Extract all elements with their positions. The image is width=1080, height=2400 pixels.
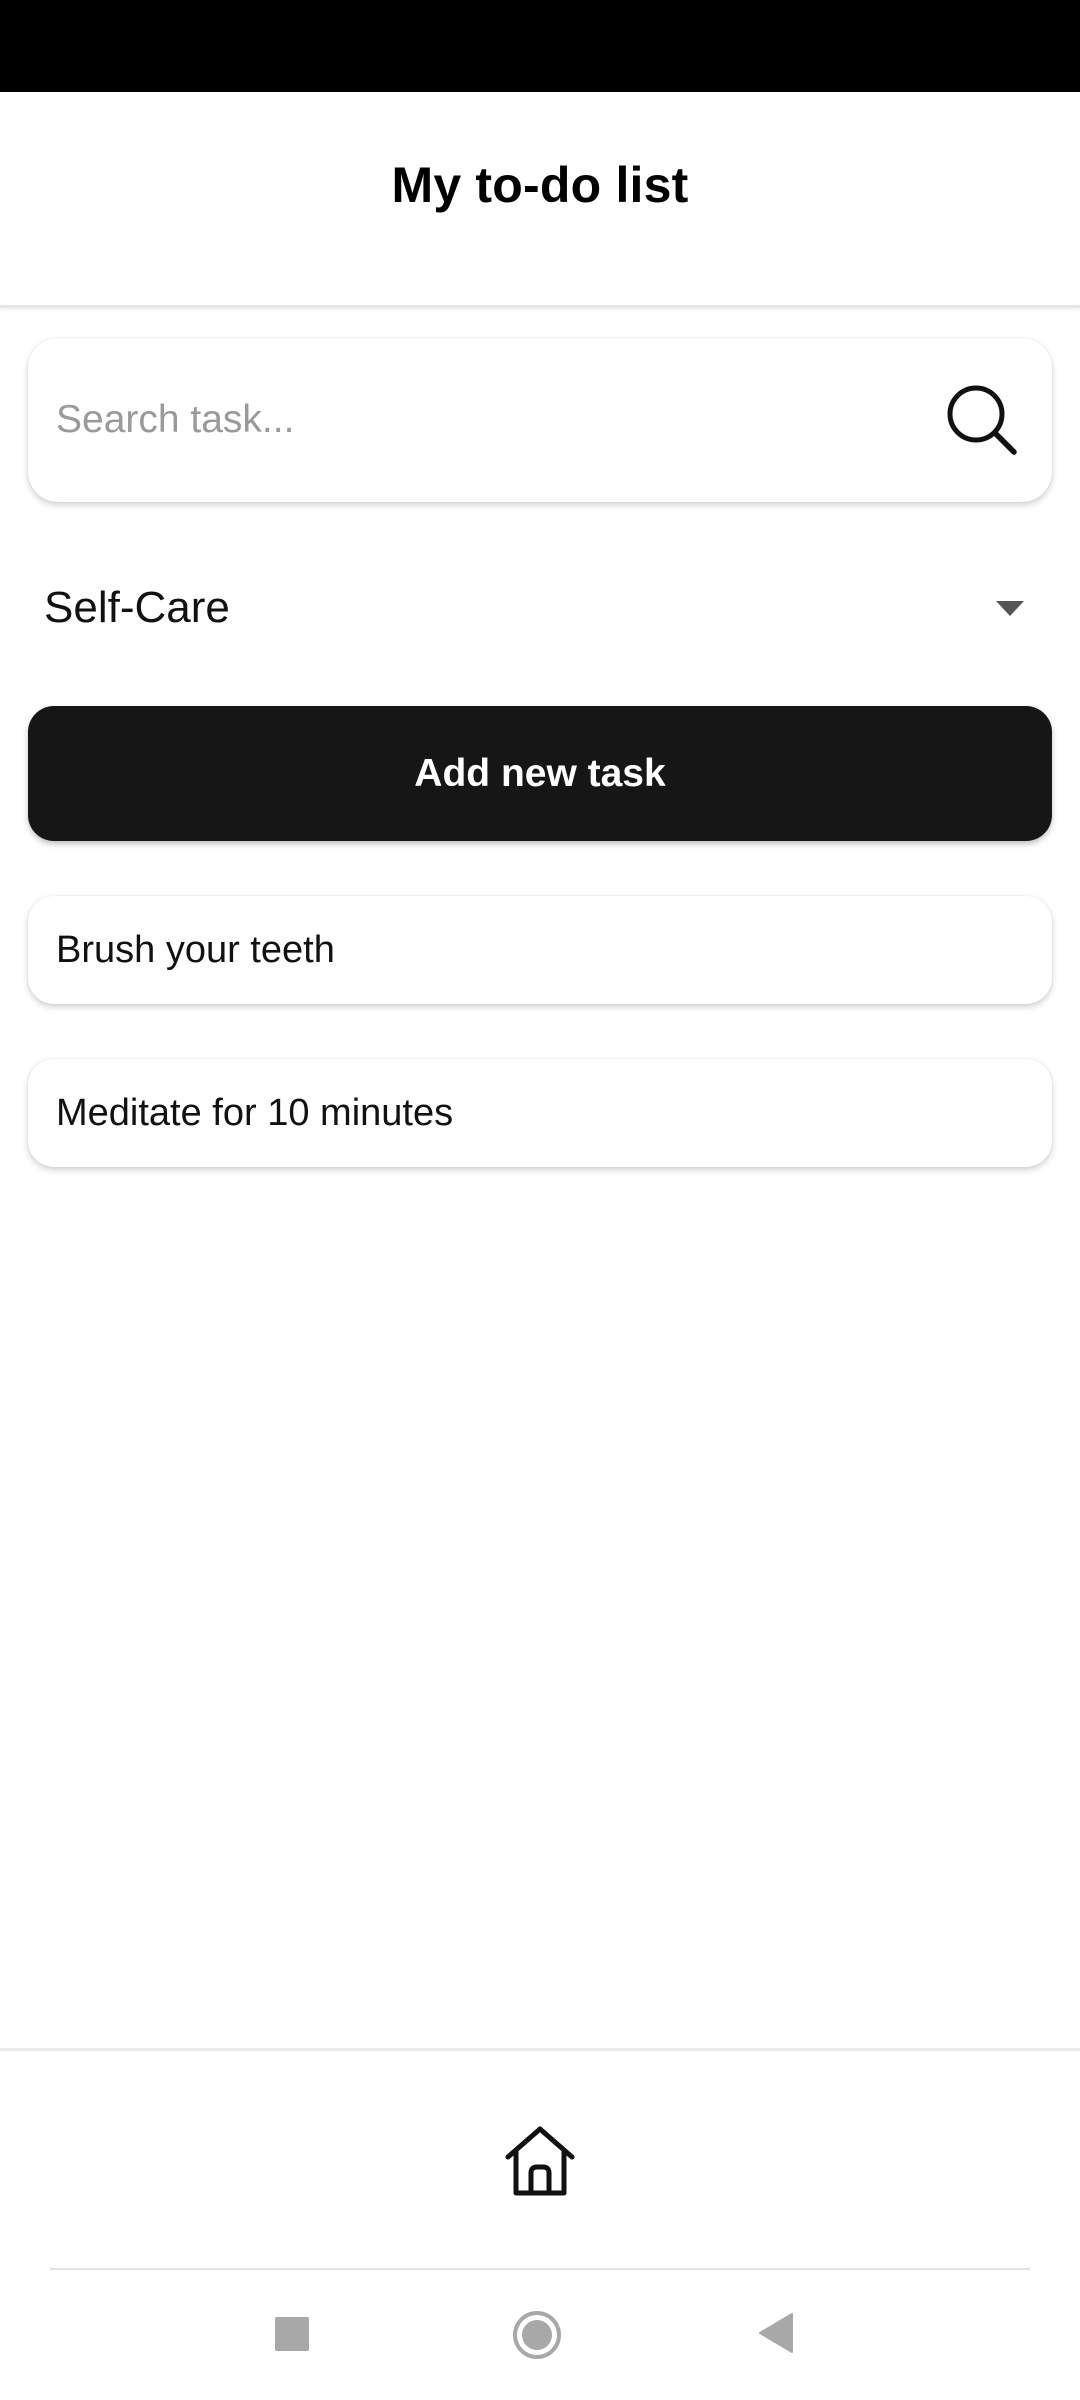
chevron-down-icon [996, 600, 1024, 616]
app-header: My to-do list [0, 92, 1080, 308]
status-bar [0, 0, 1080, 92]
search-input[interactable] [56, 398, 940, 442]
search-bar [28, 338, 1052, 502]
bottom-navigation [0, 2048, 1080, 2268]
task-label: Brush your teeth [56, 928, 335, 971]
add-task-button[interactable]: Add new task [28, 706, 1052, 841]
back-icon[interactable] [758, 2312, 794, 2354]
task-label: Meditate for 10 minutes [56, 1091, 454, 1134]
system-navigation-bar [0, 2270, 1080, 2400]
category-dropdown[interactable]: Self-Care [28, 560, 1052, 656]
home-icon[interactable] [500, 2121, 580, 2201]
recents-icon[interactable] [275, 2317, 309, 2351]
search-icon[interactable] [940, 378, 1024, 462]
task-item[interactable]: Meditate for 10 minutes [28, 1059, 1052, 1167]
page-title: My to-do list [391, 156, 689, 213]
app-screen: My to-do list Self-Care Add new task Bru… [0, 0, 1080, 2400]
category-selected-value: Self-Care [44, 583, 230, 632]
home-circle-icon[interactable] [512, 2310, 562, 2360]
task-item[interactable]: Brush your teeth [28, 896, 1052, 1004]
